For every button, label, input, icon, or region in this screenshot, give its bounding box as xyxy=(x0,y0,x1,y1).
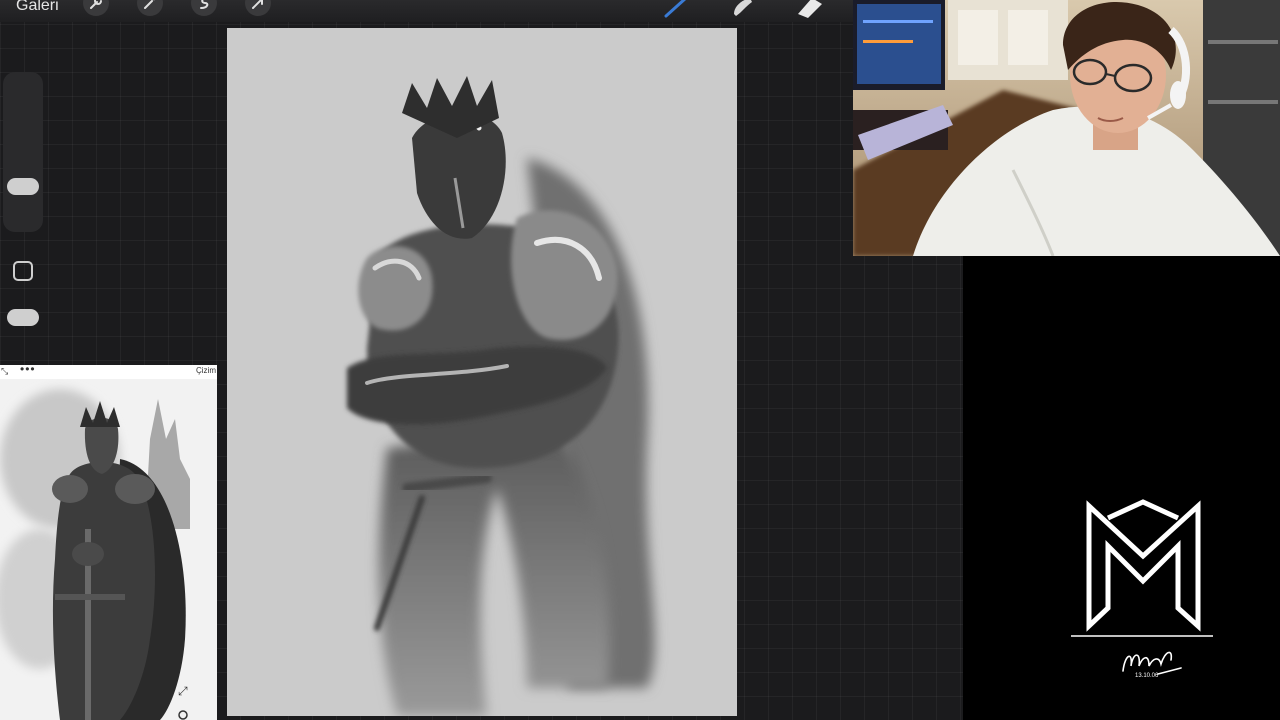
reference-more-button[interactable]: ••• xyxy=(20,365,36,376)
signature-text xyxy=(1122,651,1182,675)
sidebar xyxy=(3,72,43,232)
mm-monogram-logo xyxy=(1071,499,1213,675)
selection-button[interactable] xyxy=(191,0,217,16)
signature-date: 13.10.06 xyxy=(1135,673,1159,679)
adjustments-button[interactable] xyxy=(137,0,163,16)
modify-button[interactable] xyxy=(13,261,33,281)
reference-knight-image: ⤢ xyxy=(0,379,217,720)
expand-corner-icon[interactable]: ⤢ xyxy=(177,684,188,698)
opacity-slider[interactable] xyxy=(7,309,39,326)
top-toolbar: Galeri xyxy=(0,0,853,22)
brush-icon[interactable] xyxy=(662,0,690,18)
actions-button[interactable] xyxy=(83,0,109,16)
expand-icon[interactable]: ⤡ xyxy=(1,366,8,377)
transform-arrow-icon xyxy=(252,0,263,9)
reference-window[interactable]: ⤡ ••• Çizim ⤢ xyxy=(0,365,217,720)
smudge-icon[interactable] xyxy=(728,0,756,18)
magic-wand-icon xyxy=(144,0,155,9)
transform-button[interactable] xyxy=(245,0,271,16)
webcam-scene xyxy=(853,0,1280,256)
wrench-icon xyxy=(90,0,102,9)
drawing-canvas[interactable] xyxy=(227,28,737,716)
selection-icon xyxy=(200,0,209,9)
brush-size-slider[interactable] xyxy=(7,178,39,195)
branding-panel xyxy=(963,256,1280,720)
gallery-button[interactable]: Galeri xyxy=(16,0,59,15)
reference-title: Çizim xyxy=(196,366,216,375)
reference-header: ⤡ ••• Çizim xyxy=(0,365,217,379)
procreate-workspace: Galeri ⤡ ••• Çizim ⤢ xyxy=(0,0,963,720)
eraser-icon[interactable] xyxy=(794,0,824,18)
webcam-feed xyxy=(853,0,1280,256)
knight-sketch xyxy=(347,76,655,716)
